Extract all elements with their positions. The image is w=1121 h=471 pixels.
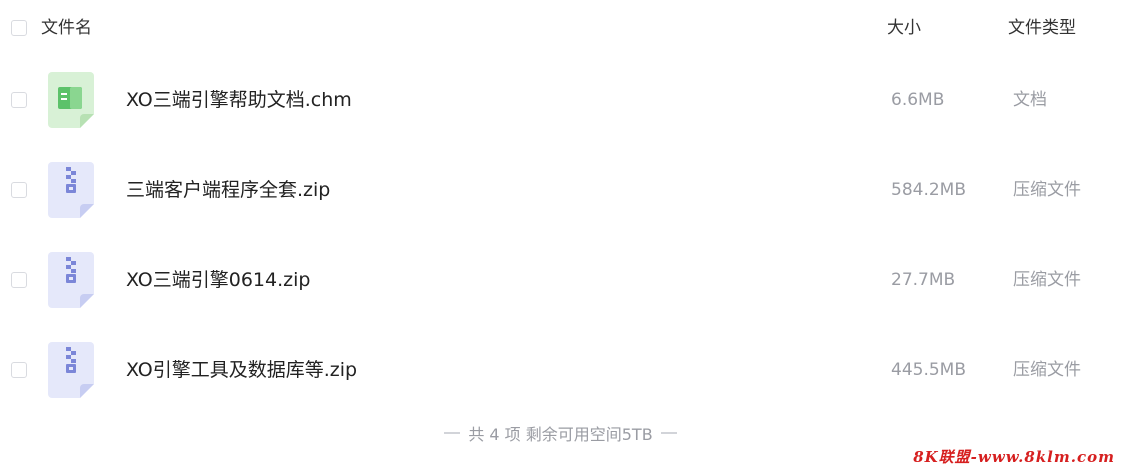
file-row[interactable]: 三端客户端程序全套.zip 584.2MB 压缩文件	[0, 145, 1121, 235]
file-size: 445.5MB	[891, 360, 966, 380]
file-row-checkbox[interactable]	[11, 182, 27, 198]
file-type: 压缩文件	[1013, 180, 1081, 200]
file-row-checkbox[interactable]	[11, 362, 27, 378]
file-size: 6.6MB	[891, 90, 945, 110]
select-all-checkbox[interactable]	[11, 20, 27, 36]
column-header-size[interactable]: 大小	[887, 17, 921, 39]
zip-icon	[48, 252, 94, 308]
file-name[interactable]: XO引擎工具及数据库等.zip	[126, 358, 357, 382]
list-footer: 共 4 项 剩余可用空间5TB	[0, 421, 1121, 445]
column-header-type[interactable]: 文件类型	[1008, 17, 1076, 39]
zip-icon	[48, 162, 94, 218]
watermark: 8K联盟-www.8klm.com	[913, 448, 1115, 466]
file-size: 584.2MB	[891, 180, 966, 200]
storage-summary: 共 4 项 剩余可用空间5TB	[468, 425, 653, 444]
column-header-name[interactable]: 文件名	[41, 17, 92, 39]
file-row[interactable]: XO三端引擎0614.zip 27.7MB 压缩文件	[0, 235, 1121, 325]
file-row[interactable]: XO三端引擎帮助文档.chm 6.6MB 文档	[0, 55, 1121, 145]
footer-divider-right	[660, 432, 677, 434]
file-name[interactable]: XO三端引擎帮助文档.chm	[126, 88, 352, 112]
document-icon	[48, 72, 94, 128]
file-type: 压缩文件	[1013, 270, 1081, 290]
file-row-checkbox[interactable]	[11, 272, 27, 288]
file-row-checkbox[interactable]	[11, 92, 27, 108]
file-name[interactable]: 三端客户端程序全套.zip	[126, 178, 330, 202]
file-row[interactable]: XO引擎工具及数据库等.zip 445.5MB 压缩文件	[0, 325, 1121, 415]
file-type: 文档	[1013, 90, 1047, 110]
zip-icon	[48, 342, 94, 398]
file-size: 27.7MB	[891, 270, 956, 290]
file-list-header: 文件名 大小 文件类型	[0, 0, 1121, 56]
footer-divider-left	[444, 432, 461, 434]
file-type: 压缩文件	[1013, 360, 1081, 380]
file-name[interactable]: XO三端引擎0614.zip	[126, 268, 310, 292]
